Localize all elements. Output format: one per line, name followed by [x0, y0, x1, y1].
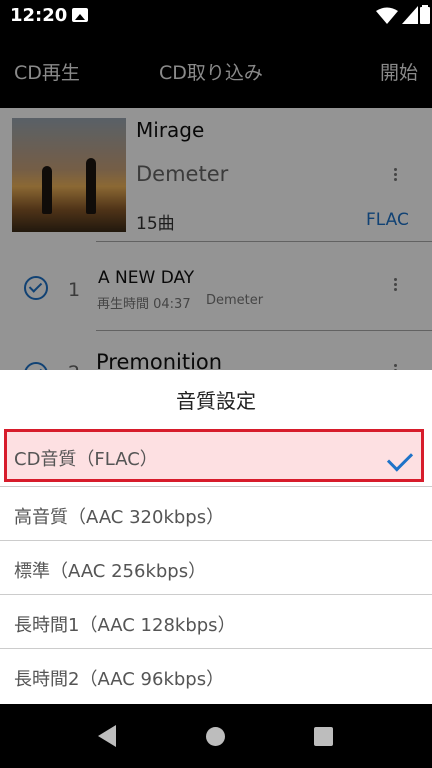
signal-icon	[402, 6, 418, 24]
status-time: 12:20	[10, 5, 68, 26]
image-icon	[72, 8, 88, 22]
tab-cd-import[interactable]: CD取り込み	[159, 58, 263, 85]
wifi-icon	[376, 7, 398, 24]
tab-cd-play[interactable]: CD再生	[14, 58, 80, 85]
quality-option-label: 長時間1（AAC 128kbps）	[14, 615, 236, 636]
quality-option-label: 高音質（AAC 320kbps）	[14, 507, 225, 528]
quality-option-label: CD音質（FLAC）	[14, 449, 158, 470]
recents-icon[interactable]	[314, 727, 333, 746]
sheet-title: 音質設定	[176, 389, 256, 413]
quality-option-label: 標準（AAC 256kbps）	[14, 561, 207, 582]
quality-option-label: 長時間2（AAC 96kbps）	[14, 669, 225, 690]
back-icon[interactable]	[98, 725, 116, 747]
home-icon[interactable]	[206, 727, 225, 746]
dialog-scrim[interactable]	[0, 108, 432, 370]
battery-icon	[420, 5, 430, 24]
start-button[interactable]: 開始	[380, 58, 418, 85]
